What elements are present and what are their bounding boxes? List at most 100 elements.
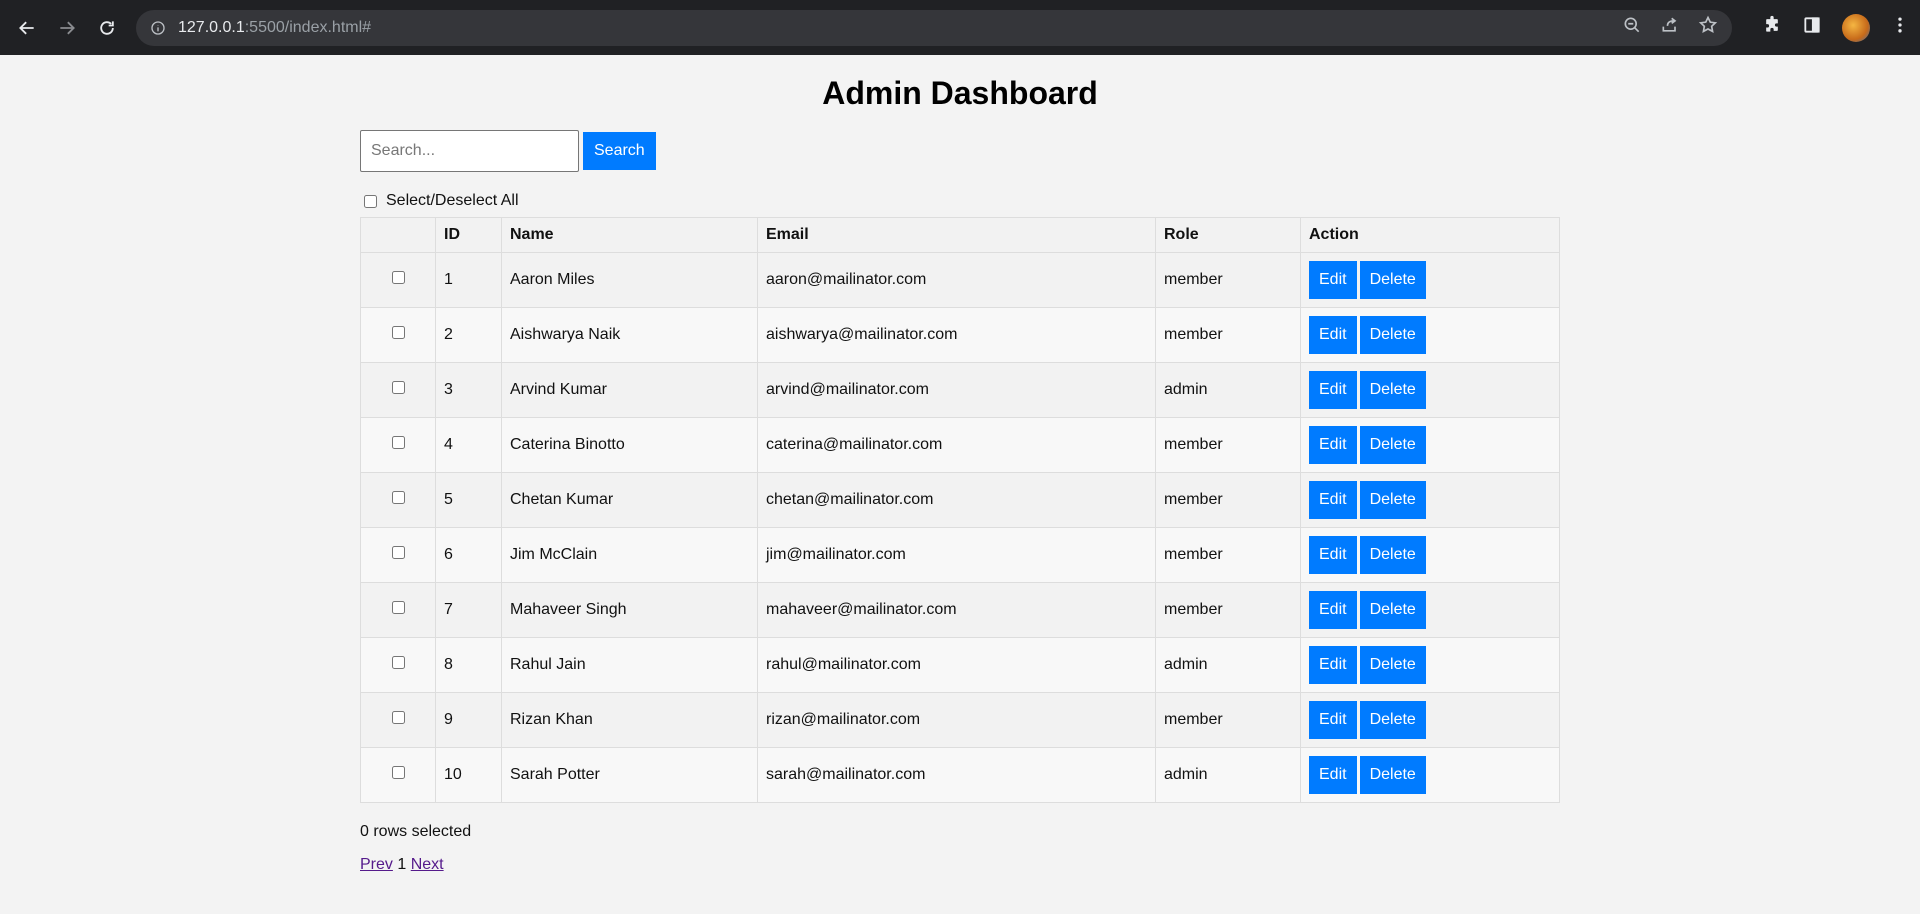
- url-text: 127.0.0.1:5500/index.html#: [178, 19, 1622, 37]
- cell-role: admin: [1155, 747, 1301, 803]
- cell-action: Edit Delete: [1300, 582, 1560, 638]
- cell-name: Rizan Khan: [501, 692, 758, 748]
- row-select-cell: [360, 582, 436, 638]
- rows-selected-status: 0 rows selected: [360, 823, 472, 840]
- cell-action: Edit Delete: [1300, 637, 1560, 693]
- back-arrow-icon[interactable]: [12, 13, 42, 43]
- cell-id: 10: [435, 747, 502, 803]
- cell-name: Aishwarya Naik: [501, 307, 758, 363]
- edit-button[interactable]: Edit: [1309, 261, 1357, 299]
- cell-role: member: [1155, 472, 1301, 528]
- header-select: [360, 217, 436, 253]
- delete-button[interactable]: Delete: [1359, 371, 1426, 409]
- address-bar[interactable]: 127.0.0.1:5500/index.html#: [136, 9, 1732, 46]
- header-role: Role: [1155, 217, 1301, 253]
- cell-email: jim@mailinator.com: [757, 527, 1156, 583]
- reload-icon[interactable]: [92, 13, 122, 43]
- row-checkbox[interactable]: [391, 656, 405, 669]
- table-row: 9 Rizan Khan rizan@mailinator.com member Edi…: [360, 692, 1560, 748]
- more-menu-icon[interactable]: [1890, 15, 1910, 40]
- table-row: 7 Mahaveer Singh mahaveer@mailinator.com me…: [360, 582, 1560, 638]
- cell-name: Arvind Kumar: [501, 362, 758, 418]
- cell-id: 3: [435, 362, 502, 418]
- next-link[interactable]: Next: [411, 856, 444, 873]
- edit-button[interactable]: Edit: [1309, 536, 1357, 574]
- table-row: 2 Aishwarya Naik aishwarya@mailinator.com m…: [360, 307, 1560, 363]
- row-checkbox[interactable]: [391, 601, 405, 614]
- cell-id: 2: [435, 307, 502, 363]
- cell-id: 5: [435, 472, 502, 528]
- table-row: 8 Rahul Jain rahul@mailinator.com admin Edit…: [360, 637, 1560, 693]
- row-checkbox[interactable]: [391, 381, 405, 394]
- bookmark-star-icon[interactable]: [1698, 15, 1718, 40]
- row-checkbox[interactable]: [391, 271, 405, 284]
- cell-email: rahul@mailinator.com: [757, 637, 1156, 693]
- cell-name: Aaron Miles: [501, 252, 758, 308]
- delete-button[interactable]: Delete: [1359, 261, 1426, 299]
- cell-action: Edit Delete: [1300, 527, 1560, 583]
- edit-button[interactable]: Edit: [1309, 591, 1357, 629]
- zoom-out-icon[interactable]: [1622, 15, 1642, 40]
- cell-email: arvind@mailinator.com: [757, 362, 1156, 418]
- row-checkbox[interactable]: [391, 711, 405, 724]
- cell-role: member: [1155, 692, 1301, 748]
- extensions-icon[interactable]: [1762, 15, 1782, 40]
- delete-button[interactable]: Delete: [1359, 481, 1426, 519]
- search-bar: Search: [360, 130, 1560, 172]
- delete-button[interactable]: Delete: [1359, 316, 1426, 354]
- row-checkbox[interactable]: [391, 546, 405, 559]
- table-body: 1 Aaron Miles aaron@mailinator.com member Ed…: [360, 252, 1560, 803]
- cell-email: caterina@mailinator.com: [757, 417, 1156, 473]
- profile-avatar[interactable]: [1842, 13, 1870, 42]
- row-checkbox[interactable]: [391, 766, 405, 779]
- prev-link[interactable]: Prev: [360, 856, 393, 873]
- search-input[interactable]: [360, 130, 579, 172]
- search-button[interactable]: Search: [583, 132, 656, 170]
- edit-button[interactable]: Edit: [1309, 481, 1357, 519]
- cell-role: member: [1155, 527, 1301, 583]
- row-select-cell: [360, 362, 436, 418]
- cell-action: Edit Delete: [1300, 307, 1560, 363]
- cell-name: Caterina Binotto: [501, 417, 758, 473]
- side-panel-icon[interactable]: [1802, 15, 1822, 40]
- url-path: :5500/index.html#: [244, 18, 372, 36]
- edit-button[interactable]: Edit: [1309, 426, 1357, 464]
- delete-button[interactable]: Delete: [1359, 591, 1426, 629]
- forward-arrow-icon[interactable]: [52, 13, 82, 43]
- cell-email: chetan@mailinator.com: [757, 472, 1156, 528]
- cell-email: aaron@mailinator.com: [757, 252, 1156, 308]
- cell-email: mahaveer@mailinator.com: [757, 582, 1156, 638]
- row-select-cell: [360, 417, 436, 473]
- delete-button[interactable]: Delete: [1359, 756, 1426, 794]
- dashboard-page: Admin Dashboard Search Select/Deselect A…: [360, 55, 1560, 874]
- edit-button[interactable]: Edit: [1309, 371, 1357, 409]
- row-select-cell: [360, 747, 436, 803]
- share-icon[interactable]: [1660, 15, 1680, 40]
- cell-name: Mahaveer Singh: [501, 582, 758, 638]
- cell-id: 7: [435, 582, 502, 638]
- delete-button[interactable]: Delete: [1359, 426, 1426, 464]
- row-checkbox[interactable]: [391, 491, 405, 504]
- edit-button[interactable]: Edit: [1309, 316, 1357, 354]
- row-checkbox[interactable]: [391, 326, 405, 339]
- cell-role: member: [1155, 252, 1301, 308]
- edit-button[interactable]: Edit: [1309, 701, 1357, 739]
- delete-button[interactable]: Delete: [1359, 646, 1426, 684]
- edit-button[interactable]: Edit: [1309, 756, 1357, 794]
- row-select-cell: [360, 307, 436, 363]
- cell-id: 6: [435, 527, 502, 583]
- cell-id: 1: [435, 252, 502, 308]
- site-info-icon[interactable]: [150, 20, 166, 36]
- table-header-row: ID Name Email Role Action: [360, 217, 1560, 253]
- cell-action: Edit Delete: [1300, 252, 1560, 308]
- cell-action: Edit Delete: [1300, 472, 1560, 528]
- delete-button[interactable]: Delete: [1359, 536, 1426, 574]
- cell-role: admin: [1155, 637, 1301, 693]
- edit-button[interactable]: Edit: [1309, 646, 1357, 684]
- delete-button[interactable]: Delete: [1359, 701, 1426, 739]
- cell-name: Rahul Jain: [501, 637, 758, 693]
- cell-role: admin: [1155, 362, 1301, 418]
- select-all-checkbox[interactable]: [364, 194, 377, 208]
- row-checkbox[interactable]: [391, 436, 405, 449]
- browser-toolbar: 127.0.0.1:5500/index.html#: [0, 0, 1920, 55]
